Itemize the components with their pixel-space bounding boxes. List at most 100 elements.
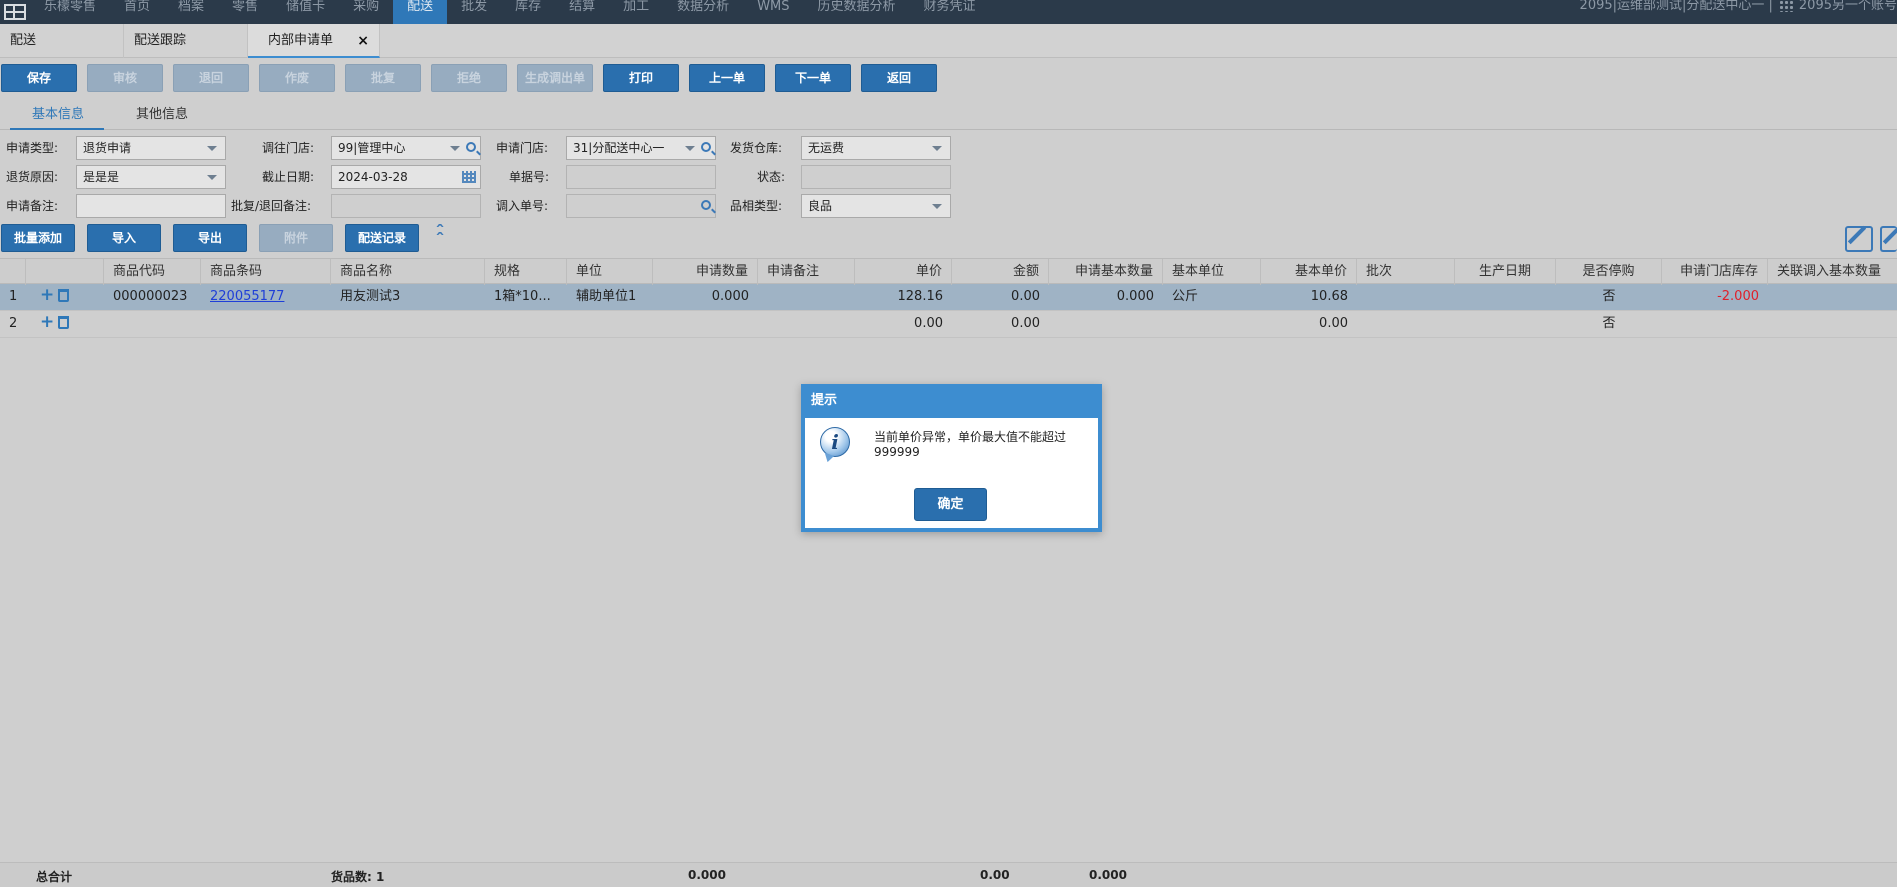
apps-icon[interactable] xyxy=(1778,0,1795,12)
cell-price[interactable]: 128.16 xyxy=(855,284,952,311)
cell-unit[interactable] xyxy=(567,311,653,338)
nav-item-11[interactable]: 数据分析 xyxy=(663,0,743,24)
cell-qty[interactable]: 0.000 xyxy=(653,284,758,311)
cell-batch[interactable] xyxy=(1357,284,1455,311)
add-row-icon[interactable]: + xyxy=(40,312,54,332)
cell-code[interactable] xyxy=(104,311,201,338)
column-header-13[interactable]: 基本单价 xyxy=(1261,259,1357,285)
search-icon[interactable] xyxy=(466,142,476,152)
nav-item-13[interactable]: 历史数据分析 xyxy=(804,0,910,24)
table-row[interactable]: 2 +0.00 0.00 0.00 否 xyxy=(0,311,1897,338)
cell-prod_date[interactable] xyxy=(1455,311,1556,338)
save-button[interactable]: 保存 xyxy=(1,64,77,92)
nav-item-14[interactable]: 财务凭证 xyxy=(910,0,990,24)
cell-amount[interactable]: 0.00 xyxy=(952,284,1049,311)
deadline-date-field[interactable]: 2024-03-28 xyxy=(331,165,481,189)
account2-label[interactable]: 2095另一个账号 xyxy=(1799,0,1897,24)
column-header-17[interactable]: 申请门店库存 xyxy=(1662,259,1768,285)
ship-warehouse-select[interactable]: 无运费 xyxy=(801,136,951,160)
search-icon[interactable] xyxy=(701,200,711,210)
in-doc-field[interactable] xyxy=(566,194,716,218)
cell-base_price[interactable]: 10.68 xyxy=(1261,284,1357,311)
return-reason-select[interactable]: 是是是 xyxy=(76,165,226,189)
reject-back-button[interactable]: 退回 xyxy=(173,64,249,92)
subtab-other-info[interactable]: 其他信息 xyxy=(114,104,210,130)
edit-icon[interactable] xyxy=(1845,226,1873,252)
approve-button[interactable]: 审核 xyxy=(87,64,163,92)
column-header-12[interactable]: 基本单位 xyxy=(1163,259,1261,285)
apply-remark-input[interactable] xyxy=(76,194,226,218)
collapse-icon[interactable]: ˆˆ xyxy=(428,224,452,248)
column-header-2[interactable]: 商品代码 xyxy=(104,259,201,285)
cell-stock[interactable]: -2.000 xyxy=(1662,284,1768,311)
ok-button[interactable]: 确定 xyxy=(914,488,987,521)
cell-qty[interactable] xyxy=(653,311,758,338)
column-header-11[interactable]: 申请基本数量 xyxy=(1049,259,1163,285)
search-icon[interactable] xyxy=(701,142,711,152)
quality-type-select[interactable]: 良品 xyxy=(801,194,951,218)
nav-item-4[interactable]: 储值卡 xyxy=(272,0,339,24)
delete-row-icon[interactable] xyxy=(58,316,69,329)
nav-item-9[interactable]: 结算 xyxy=(555,0,609,24)
return-button[interactable]: 返回 xyxy=(861,64,937,92)
column-header-18[interactable]: 关联调入基本数量 xyxy=(1768,259,1897,285)
cell-name[interactable]: 用友测试3 xyxy=(331,284,485,311)
edit-columns-icon[interactable] xyxy=(1880,226,1897,252)
column-header-0[interactable] xyxy=(0,259,26,285)
reply-button[interactable]: 批复 xyxy=(345,64,421,92)
cell-spec[interactable]: 1箱*10... xyxy=(485,284,567,311)
cell-stop[interactable]: 否 xyxy=(1556,284,1662,311)
next-button[interactable]: 下一单 xyxy=(775,64,851,92)
cell-unit[interactable]: 辅助单位1 xyxy=(567,284,653,311)
delivery-record-button[interactable]: 配送记录 xyxy=(345,224,419,252)
nav-item-5[interactable]: 采购 xyxy=(339,0,393,24)
column-header-14[interactable]: 批次 xyxy=(1357,259,1455,285)
cell-name[interactable] xyxy=(331,311,485,338)
tab-peisong[interactable]: 配送 xyxy=(0,24,124,58)
tab-tracking[interactable]: 配送跟踪 xyxy=(124,24,248,58)
cell-base_qty[interactable]: 0.000 xyxy=(1049,284,1163,311)
nav-item-1[interactable]: 首页 xyxy=(110,0,164,24)
prev-button[interactable]: 上一单 xyxy=(689,64,765,92)
cell-code[interactable]: 000000023 xyxy=(104,284,201,311)
cell-stock[interactable] xyxy=(1662,311,1768,338)
column-header-4[interactable]: 商品名称 xyxy=(331,259,485,285)
cell-base_unit[interactable]: 公斤 xyxy=(1163,284,1261,311)
app-grid-icon[interactable] xyxy=(0,0,30,24)
refuse-button[interactable]: 拒绝 xyxy=(431,64,507,92)
cell-remark[interactable] xyxy=(758,284,855,311)
cell-batch[interactable] xyxy=(1357,311,1455,338)
column-header-7[interactable]: 申请数量 xyxy=(653,259,758,285)
column-header-15[interactable]: 生产日期 xyxy=(1455,259,1556,285)
apply-store-field[interactable]: 31|分配送中心一 xyxy=(566,136,716,160)
column-header-6[interactable]: 单位 xyxy=(567,259,653,285)
add-row-icon[interactable]: + xyxy=(40,285,54,305)
account-label[interactable]: 2095|运维部测试|分配送中心一 | xyxy=(1580,0,1773,24)
cell-link_qty[interactable] xyxy=(1768,284,1897,311)
column-header-16[interactable]: 是否停购 xyxy=(1556,259,1662,285)
cell-barcode[interactable] xyxy=(201,311,331,338)
cell-base_qty[interactable] xyxy=(1049,311,1163,338)
void-button[interactable]: 作废 xyxy=(259,64,335,92)
dialog-title[interactable]: 提示 xyxy=(801,384,1102,418)
cell-amount[interactable]: 0.00 xyxy=(952,311,1049,338)
column-header-10[interactable]: 金额 xyxy=(952,259,1049,285)
chevron-down-icon[interactable] xyxy=(450,146,460,151)
cell-stop[interactable]: 否 xyxy=(1556,311,1662,338)
nav-item-12[interactable]: WMS xyxy=(743,0,803,24)
cell-no[interactable]: 1 xyxy=(0,284,26,311)
batch-add-button[interactable]: 批量添加 xyxy=(1,224,75,252)
import-button[interactable]: 导入 xyxy=(87,224,161,252)
nav-item-8[interactable]: 库存 xyxy=(501,0,555,24)
attachment-button[interactable]: 附件 xyxy=(259,224,333,252)
calendar-icon[interactable] xyxy=(462,171,476,183)
chevron-down-icon[interactable] xyxy=(685,146,695,151)
nav-item-3[interactable]: 零售 xyxy=(218,0,272,24)
nav-item-2[interactable]: 档案 xyxy=(164,0,218,24)
nav-item-7[interactable]: 批发 xyxy=(447,0,501,24)
cell-remark[interactable] xyxy=(758,311,855,338)
delete-row-icon[interactable] xyxy=(58,289,69,302)
row-actions[interactable]: + xyxy=(26,311,104,338)
column-header-9[interactable]: 单价 xyxy=(855,259,952,285)
nav-item-6[interactable]: 配送 xyxy=(393,0,448,24)
